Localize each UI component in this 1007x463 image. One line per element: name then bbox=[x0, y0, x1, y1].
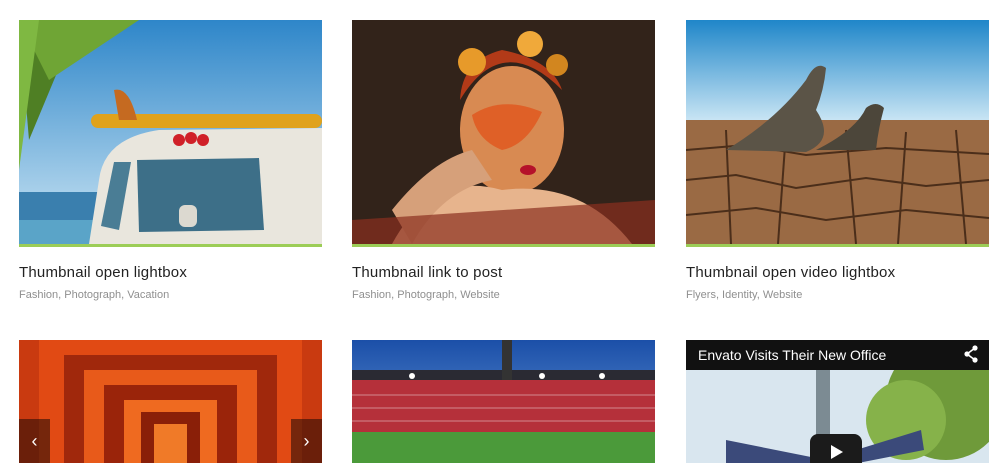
video-title-bar: Envato Visits Their New Office bbox=[686, 340, 989, 370]
thumbnail-image[interactable] bbox=[352, 340, 655, 463]
play-button[interactable] bbox=[810, 434, 862, 463]
portfolio-item-3[interactable]: Thumbnail open video lightbox Flyers, Id… bbox=[686, 20, 989, 301]
item-title[interactable]: Thumbnail open video lightbox bbox=[686, 264, 895, 281]
thumbnail-image[interactable] bbox=[352, 20, 655, 247]
gallery-slider[interactable]: ‹ › bbox=[19, 340, 322, 463]
share-icon[interactable] bbox=[963, 345, 979, 363]
thumbnail-image[interactable] bbox=[19, 20, 322, 247]
video-title[interactable]: Envato Visits Their New Office bbox=[698, 347, 886, 363]
portfolio-item-1[interactable]: Thumbnail open lightbox Fashion, Photogr… bbox=[19, 20, 322, 301]
play-icon bbox=[831, 445, 843, 459]
slider-next-button[interactable]: › bbox=[291, 419, 322, 463]
portfolio-item-2[interactable]: Thumbnail link to post Fashion, Photogra… bbox=[352, 20, 655, 301]
item-title[interactable]: Thumbnail open lightbox bbox=[19, 264, 187, 281]
item-title[interactable]: Thumbnail link to post bbox=[352, 264, 502, 281]
item-tags[interactable]: Fashion, Photograph, Vacation bbox=[19, 289, 169, 301]
item-tags[interactable]: Fashion, Photograph, Website bbox=[352, 289, 500, 301]
chevron-left-icon: ‹ bbox=[31, 431, 38, 451]
video-embed[interactable]: Envato Visits Their New Office bbox=[686, 340, 989, 463]
item-tags[interactable]: Flyers, Identity, Website bbox=[686, 289, 802, 301]
slider-prev-button[interactable]: ‹ bbox=[19, 419, 50, 463]
chevron-right-icon: › bbox=[303, 431, 310, 451]
thumbnail-image[interactable] bbox=[686, 20, 989, 247]
